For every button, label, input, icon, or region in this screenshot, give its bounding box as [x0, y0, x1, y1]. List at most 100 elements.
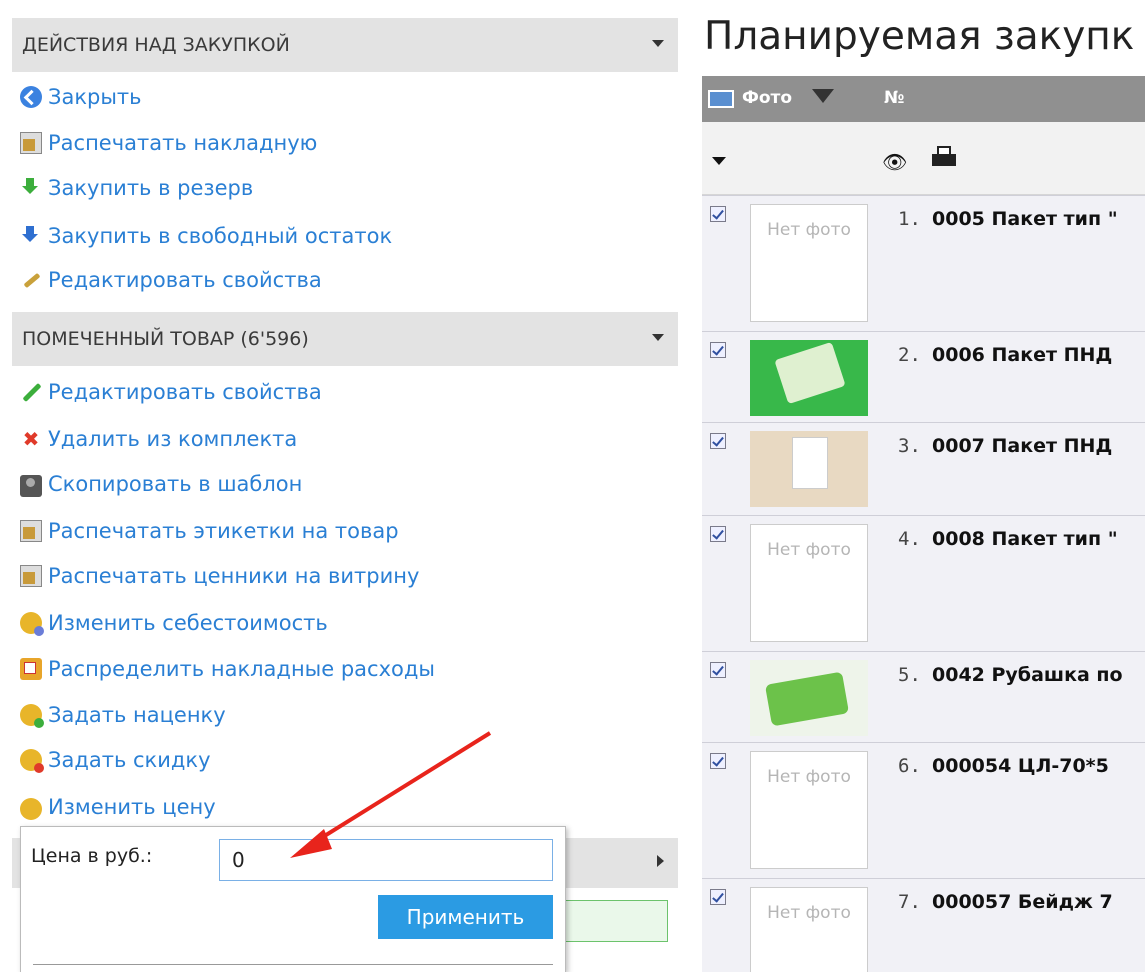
printer-icon[interactable]	[932, 146, 956, 168]
dropdown-icon[interactable]	[712, 157, 726, 165]
price-label: Цена в руб.:	[31, 845, 153, 867]
product-photo[interactable]	[750, 431, 868, 507]
eye-icon[interactable]: 👁	[882, 150, 907, 174]
coins-cost-icon	[20, 612, 44, 636]
copy-to-template-label: Скопировать в шаблон	[48, 472, 303, 496]
chevron-down-icon[interactable]	[652, 40, 664, 47]
marked-goods-section-title: ПОМЕЧЕННЫЙ ТОВАР (6'596)	[22, 328, 309, 350]
apply-button[interactable]: Применить	[378, 895, 553, 939]
no-photo-placeholder: Нет фото	[750, 887, 868, 972]
print-labels-link[interactable]: Распечатать этикетки на товар	[20, 516, 399, 546]
edit-goods-properties-link[interactable]: Редактировать свойства	[20, 377, 322, 407]
print-pricetags-label: Распечатать ценники на витрину	[48, 564, 420, 588]
row-checkbox[interactable]	[710, 433, 726, 449]
table-row[interactable]: Нет фото 1. 0005 Пакет тип "	[702, 195, 1145, 331]
coins-plus-icon	[20, 704, 44, 728]
distribute-costs-link[interactable]: Распределить накладные расходы	[20, 654, 435, 684]
set-discount-label: Задать скидку	[48, 748, 211, 772]
table-row[interactable]: Нет фото 4. 0008 Пакет тип "	[702, 515, 1145, 651]
close-link[interactable]: Закрыть	[20, 82, 142, 112]
change-cost-link[interactable]: Изменить себестоимость	[20, 608, 328, 638]
blue-download-icon	[20, 225, 42, 247]
pencil-icon	[20, 381, 42, 403]
print-invoice-link[interactable]: Распечатать накладную	[20, 128, 317, 158]
no-photo-placeholder: Нет фото	[750, 204, 868, 322]
product-photo[interactable]	[750, 340, 868, 416]
page-title: Планируемая закупк	[704, 14, 1135, 59]
print-labels-icon	[20, 520, 42, 542]
buy-to-reserve-label: Закупить в резерв	[48, 176, 254, 200]
divider	[33, 964, 553, 965]
row-checkbox[interactable]	[710, 889, 726, 905]
print-labels-label: Распечатать этикетки на товар	[48, 519, 399, 543]
red-x-icon: ✖	[22, 427, 40, 451]
change-price-link[interactable]: Изменить цену	[20, 792, 216, 822]
row-name[interactable]: 0005 Пакет тип "	[932, 208, 1118, 230]
row-name[interactable]: 0008 Пакет тип "	[932, 528, 1118, 550]
image-icon	[708, 90, 734, 108]
distribute-costs-label: Распределить накладные расходы	[48, 657, 435, 681]
table-row[interactable]: Нет фото 7. 000057 Бейдж 7	[702, 878, 1145, 972]
column-number[interactable]: №	[884, 88, 904, 108]
chevron-down-icon[interactable]	[652, 334, 664, 341]
buy-to-free-stock-link[interactable]: Закупить в свободный остаток	[20, 221, 392, 251]
change-price-label: Изменить цену	[48, 795, 216, 819]
print-invoice-label: Распечатать накладную	[48, 131, 318, 155]
row-number: 3.	[898, 435, 921, 457]
remove-from-set-label: Удалить из комплекта	[48, 427, 298, 451]
set-discount-link[interactable]: Задать скидку	[20, 745, 211, 775]
edit-goods-properties-label: Редактировать свойства	[48, 380, 322, 404]
change-cost-label: Изменить себестоимость	[48, 611, 328, 635]
table-row[interactable]: 5. 0042 Рубашка по	[702, 651, 1145, 742]
no-photo-placeholder: Нет фото	[750, 524, 868, 642]
filter-icon[interactable]	[812, 89, 834, 103]
row-name[interactable]: 0007 Пакет ПНД	[932, 435, 1112, 457]
row-name[interactable]: 0006 Пакет ПНД	[932, 344, 1112, 366]
buy-to-reserve-link[interactable]: Закупить в резерв	[20, 173, 253, 203]
copy-to-template-link[interactable]: Скопировать в шаблон	[20, 469, 302, 499]
table-row[interactable]: 2. 0006 Пакет ПНД	[702, 331, 1145, 422]
set-markup-label: Задать наценку	[48, 703, 226, 727]
chevron-right-icon[interactable]	[657, 855, 664, 867]
table-header: Фото №	[702, 76, 1145, 122]
row-checkbox[interactable]	[710, 662, 726, 678]
edit-purchase-properties-link[interactable]: Редактировать свойства	[20, 265, 322, 295]
back-arrow-icon	[20, 86, 42, 108]
camera-icon	[20, 474, 42, 497]
column-photo[interactable]: Фото	[742, 88, 792, 108]
row-number: 2.	[898, 344, 921, 366]
print-pricetags-link[interactable]: Распечатать ценники на витрину	[20, 561, 419, 591]
product-photo[interactable]	[750, 660, 868, 736]
edit-purchase-properties-label: Редактировать свойства	[48, 268, 322, 292]
green-action-box[interactable]	[566, 900, 668, 942]
print-document-icon	[20, 132, 42, 154]
coins-minus-icon	[20, 749, 44, 773]
row-number: 5.	[898, 664, 921, 686]
purchase-table-panel: Планируемая закупк Фото № 👁 Нет фото 1. …	[680, 0, 1145, 972]
red-arrow-annotation	[290, 731, 492, 858]
row-checkbox[interactable]	[710, 342, 726, 358]
marked-goods-section-header[interactable]: ПОМЕЧЕННЫЙ ТОВАР (6'596)	[12, 312, 678, 366]
row-checkbox[interactable]	[710, 206, 726, 222]
remove-from-set-link[interactable]: ✖ Удалить из комплекта	[20, 424, 298, 454]
distribute-costs-icon	[20, 658, 42, 680]
set-markup-link[interactable]: Задать наценку	[20, 700, 226, 730]
row-checkbox[interactable]	[710, 753, 726, 769]
row-number: 7.	[898, 891, 921, 913]
row-number: 1.	[898, 208, 921, 230]
table-row[interactable]: Нет фото 6. 000054 ЦЛ-70*5	[702, 742, 1145, 878]
no-photo-placeholder: Нет фото	[750, 751, 868, 869]
green-download-icon	[20, 177, 42, 199]
actions-section-title: ДЕЙСТВИЯ НАД ЗАКУПКОЙ	[22, 34, 290, 56]
table-toolbar: 👁	[702, 122, 1145, 195]
wrench-icon	[20, 269, 42, 291]
row-name[interactable]: 000057 Бейдж 7	[932, 891, 1113, 913]
close-label: Закрыть	[48, 85, 142, 109]
row-number: 4.	[898, 528, 921, 550]
actions-section-header[interactable]: ДЕЙСТВИЯ НАД ЗАКУПКОЙ	[12, 18, 678, 72]
table-row[interactable]: 3. 0007 Пакет ПНД	[702, 422, 1145, 515]
row-number: 6.	[898, 755, 921, 777]
row-name[interactable]: 000054 ЦЛ-70*5	[932, 755, 1109, 777]
row-name[interactable]: 0042 Рубашка по	[932, 664, 1123, 686]
row-checkbox[interactable]	[710, 526, 726, 542]
